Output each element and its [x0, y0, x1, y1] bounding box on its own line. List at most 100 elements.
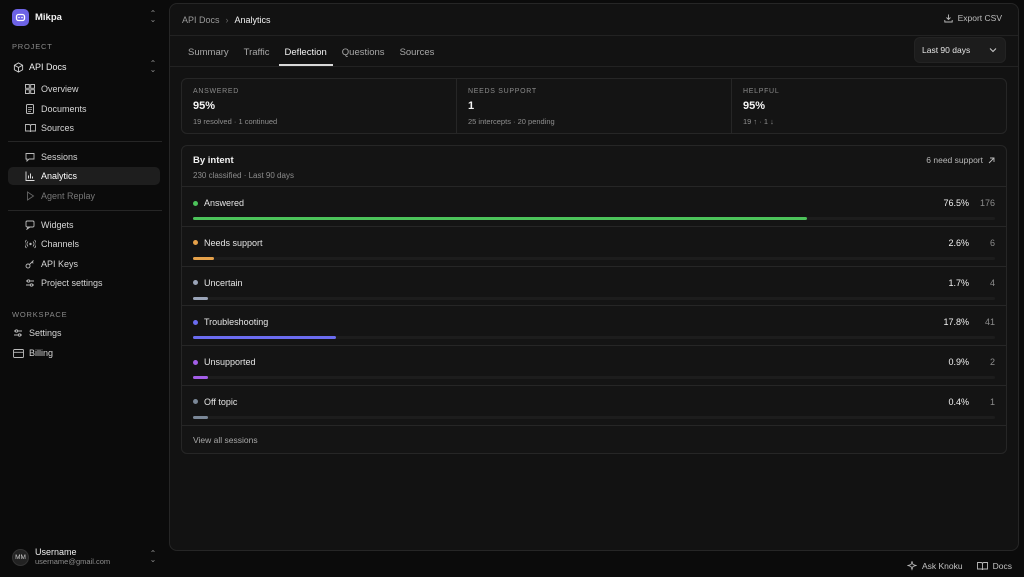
sidebar-item-label: Sources [41, 123, 75, 133]
project-name: API Docs [29, 62, 67, 72]
sidebar-item-label: Agent Replay [41, 191, 96, 201]
ask-knoku-button[interactable]: Ask Knoku [906, 561, 963, 571]
arrow-up-right-icon [988, 157, 995, 164]
sidebar-item-agent-replay[interactable]: Agent Replay [8, 187, 160, 205]
view-all-sessions-link[interactable]: View all sessions [193, 435, 258, 445]
main-panel: API Docs › Analytics Export CSV Summary … [169, 3, 1019, 551]
sparkle-icon [906, 561, 917, 571]
stat-label: HELPFUL [743, 88, 780, 95]
org-logo-icon [12, 8, 29, 26]
download-icon [943, 14, 953, 23]
need-support-label: 6 need support [926, 155, 983, 165]
chevron-updown-icon: ⌃ ⌄ [149, 59, 157, 74]
intent-count: 176 [979, 198, 995, 208]
chevron-down-icon [989, 45, 997, 55]
tab-traffic[interactable]: Traffic [238, 47, 276, 66]
settings-sliders-icon [12, 327, 24, 339]
intent-count: 41 [984, 317, 995, 328]
chevron-right-icon: › [225, 14, 229, 25]
export-csv-button[interactable]: Export CSV [943, 13, 1002, 23]
book-icon [976, 561, 988, 571]
breadcrumb-parent[interactable]: API Docs [182, 15, 220, 25]
ask-knoku-label: Ask Knoku [921, 561, 963, 571]
status-dot [193, 399, 198, 405]
org-switcher[interactable]: Mikpa ⌃ ⌄ [12, 8, 158, 26]
sidebar-item-label: Project settings [41, 278, 103, 288]
tab-sources[interactable]: Sources [394, 47, 441, 66]
intent-count: 1 [989, 396, 995, 407]
intent-row[interactable]: Troubleshooting 17.8% 41 [182, 306, 1006, 347]
sidebar-item-widgets[interactable]: Widgets [8, 216, 160, 234]
status-dot [193, 240, 198, 246]
play-icon [24, 190, 36, 202]
intent-header: By intent 230 classified · Last 90 days … [182, 146, 1006, 187]
intent-percent: 76.5% [943, 198, 969, 208]
avatar: MM [12, 548, 29, 566]
intent-row[interactable]: Needs support 2.6% 6 [182, 227, 1006, 267]
grid-icon [24, 83, 36, 95]
tab-deflection[interactable]: Deflection [278, 47, 333, 66]
intent-row[interactable]: Unsupported 0.9% 2 [182, 346, 1006, 386]
project-section-label: PROJECT [12, 42, 53, 51]
tab-questions[interactable]: Questions [336, 47, 391, 66]
sidebar-item-label: Widgets [41, 220, 74, 230]
sidebar-item-settings[interactable]: Settings [8, 324, 160, 342]
docs-button[interactable]: Docs [976, 561, 1012, 571]
topbar: API Docs › Analytics Export CSV [170, 4, 1018, 36]
workspace-section-label: WORKSPACE [12, 310, 68, 319]
sidebar-item-label: Documents [41, 104, 87, 114]
export-label: Export CSV [957, 13, 1002, 23]
intent-title: By intent [193, 155, 234, 166]
intent-rows: Answered 76.5% 176 Needs support 2.6% 6 Uncert… [182, 187, 1006, 426]
status-dot [193, 200, 198, 206]
user-menu[interactable]: MM Username username@gmail.com ⌃ ⌄ [12, 546, 158, 568]
intent-row[interactable]: Uncertain 1.7% 4 [182, 267, 1006, 307]
stat-value: 1 [468, 100, 475, 112]
date-range-select[interactable]: Last 90 days [914, 37, 1006, 63]
status-dot [193, 319, 198, 325]
sidebar-item-sessions[interactable]: Sessions [8, 148, 160, 166]
sidebar-item-label: API Keys [41, 259, 79, 269]
sidebar-divider [8, 141, 162, 142]
stat-value: 95% [193, 100, 216, 112]
sidebar-item-sources[interactable]: Sources [8, 119, 160, 137]
project-switcher[interactable]: API Docs ⌃ ⌄ [8, 58, 158, 76]
sidebar-item-billing[interactable]: Billing [8, 344, 160, 362]
breadcrumb-current: Analytics [234, 14, 271, 25]
sidebar-item-label: Billing [29, 348, 54, 358]
progress-fill [193, 415, 209, 419]
sidebar-item-documents[interactable]: Documents [8, 100, 160, 118]
progress-track [193, 376, 995, 380]
intent-count: 2 [989, 357, 995, 368]
sidebar-item-channels[interactable]: Channels [8, 235, 160, 253]
intent-row[interactable]: Answered 76.5% 176 [182, 187, 1006, 227]
stat-sub: 25 intercepts · 20 pending [468, 117, 555, 126]
progress-fill [193, 217, 807, 220]
intent-percent: 2.6% [948, 237, 969, 248]
footer: Ask Knoku Docs [893, 561, 1012, 571]
intent-row[interactable]: Off topic 0.4% 1 [182, 386, 1006, 426]
sidebar-item-analytics[interactable]: Analytics [8, 167, 160, 185]
sliders-icon [24, 277, 36, 289]
sidebar: Mikpa ⌃ ⌄ PROJECT API Docs ⌃ ⌄ Overview Do… [0, 0, 168, 577]
intent-label: Uncertain [204, 277, 243, 288]
date-range-value: Last 90 days [922, 45, 971, 55]
org-name: Mikpa [35, 11, 62, 23]
sidebar-item-label: Channels [41, 239, 80, 249]
sidebar-item-label: Settings [29, 328, 62, 338]
intent-label: Answered [204, 198, 245, 208]
intent-label: Needs support [204, 237, 263, 248]
intent-label: Troubleshooting [204, 317, 269, 328]
stat-needs-support: NEEDS SUPPORT 1 25 intercepts · 20 pendi… [457, 79, 732, 133]
stat-sub: 19 resolved · 1 continued [193, 117, 278, 126]
sidebar-item-overview[interactable]: Overview [8, 80, 160, 98]
chat-icon [24, 151, 36, 163]
need-support-link[interactable]: 6 need support [926, 155, 995, 165]
tab-summary[interactable]: Summary [182, 47, 235, 66]
chevron-updown-icon: ⌃ ⌄ [149, 549, 157, 564]
sidebar-item-project-settings[interactable]: Project settings [8, 274, 160, 292]
stat-label: NEEDS SUPPORT [468, 88, 537, 95]
stat-value: 95% [743, 100, 766, 112]
user-name: Username [35, 547, 77, 557]
sidebar-item-api-keys[interactable]: API Keys [8, 255, 160, 273]
